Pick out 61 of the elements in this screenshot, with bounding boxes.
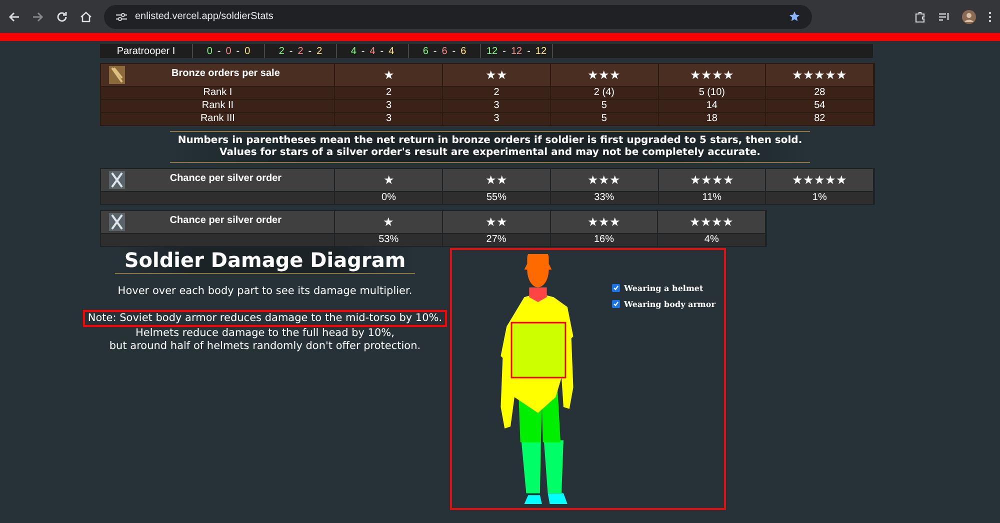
table-cell: 33% [550,192,659,204]
table-cell: 2 [443,87,551,99]
table-cell: 2 [335,87,444,99]
note-text: Helmets reduce damage to the full head by 10%, [134,326,396,340]
column-header: ★ [335,64,444,86]
column-header: ★ [335,169,444,191]
column-header: ★★★★★ [766,169,874,191]
column-header: ★★★★★ [766,64,874,86]
note-text: but around half of helmets randomly don't offer protection. [108,340,422,353]
note-text: Values for stars of a silver order's result are experimental and may not be completely accurate. [218,147,762,159]
diagram-title: Soldier Damage Diagram [115,247,415,274]
table-title: Chance per silver order [168,172,283,186]
note-text: Note: Soviet body armor reduces damage to the mid-torso by 10%. [82,310,448,327]
note-text: Numbers in parentheses mean the net return in bronze orders if soldier is first upgraded to 5 stars, then sold. [176,135,804,147]
table-cell: 4% [658,234,766,246]
table-cell: 1% [766,192,874,204]
column-header: ★★★★ [658,64,766,86]
level-values: 2 - 2 - 2 [265,44,337,58]
table-cell: 54 [766,100,874,112]
row-label: Rank III [101,113,336,125]
table-cell: 5 [550,100,659,112]
table-cell: 5 [550,113,659,125]
table-cell: 2 (4) [550,87,659,99]
hint-text: Hover over each body part to see its damage multiplier. [118,284,412,299]
column-header: ★★★ [550,169,659,191]
level-values: 4 - 4 - 4 [337,44,409,58]
table-cell: 82 [766,113,874,125]
table-cell: 3 [443,100,551,112]
table-cell: 14 [658,100,766,112]
table-cell: 0% [335,192,444,204]
table-cell: 27% [442,234,551,246]
checkbox-option[interactable]: Wearing a helmet [612,282,716,294]
address-bar[interactable]: enlisted.vercel.app/soldierStats [104,4,812,28]
table-cell: 16% [550,234,658,246]
column-header: ★★★ [550,211,658,233]
table-title: Chance per silver order [168,214,283,228]
level-values: 6 - 6 - 6 [409,44,481,58]
level-values: 0 - 0 - 0 [193,44,265,58]
table-cell: 55% [443,192,551,204]
table-cell: 11% [658,192,766,204]
column-header: ★★ [443,211,551,233]
table-cell: 3 [335,113,444,125]
column-header: ★★ [443,169,551,191]
table-cell: 28 [766,87,874,99]
table-title: Bronze orders per sale [170,66,281,80]
checkbox-option[interactable]: Wearing body armor [612,298,716,310]
table-cell: 53% [335,234,443,246]
column-header: ★★★★ [658,169,766,191]
row-label: Rank II [101,100,336,112]
row-label: Rank I [101,87,336,99]
table-cell: 3 [335,100,444,112]
table-cell: 18 [658,113,766,125]
table-cell: 3 [443,113,551,125]
column-header: ★★★★ [658,211,766,233]
column-header: ★★ [443,64,551,86]
level-values: 12 - 12 - 12 [481,44,553,58]
url-text: enlisted.vercel.app/soldierStats [135,10,274,24]
table-cell: 5 (10) [658,87,766,99]
column-header: ★★★ [550,64,659,86]
column-header: ★ [335,211,443,233]
level-label: Paratrooper I [100,44,193,58]
